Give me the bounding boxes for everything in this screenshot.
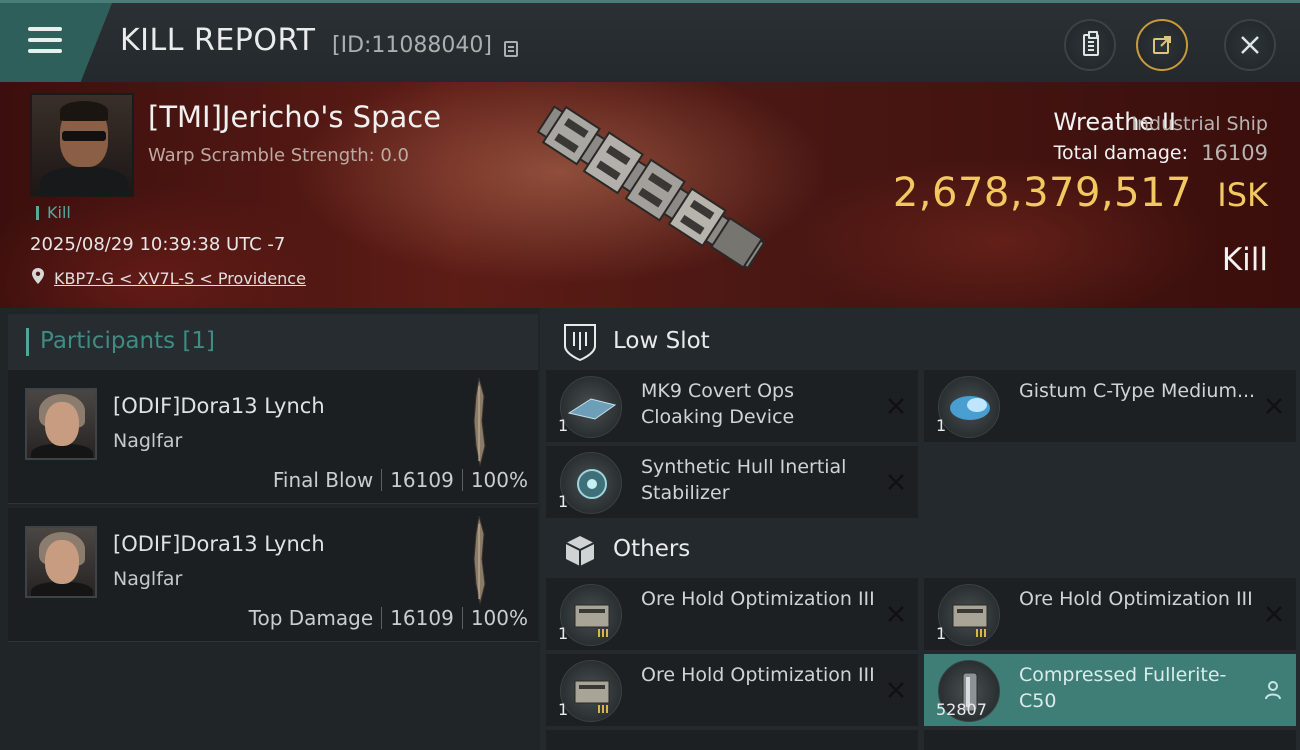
others-header: Others xyxy=(548,520,1300,580)
participant-role: Top Damage xyxy=(248,606,374,630)
remove-icon[interactable] xyxy=(1264,604,1284,624)
remove-icon[interactable] xyxy=(886,680,906,700)
ship-type: Industrial Ship xyxy=(1131,113,1268,135)
menu-button[interactable] xyxy=(0,3,112,82)
participant-damage: 16109 xyxy=(390,468,454,492)
isk-value: 2,678,379,517 xyxy=(892,170,1192,216)
remove-icon[interactable] xyxy=(886,396,906,416)
item-quantity: 1 xyxy=(558,416,569,435)
participant-ship: Naglfar xyxy=(113,568,183,590)
warp-scramble-strength: Warp Scramble Strength: 0.0 xyxy=(148,145,410,166)
participant-name: [ODIF]Dora13 Lynch xyxy=(113,532,325,556)
remove-icon[interactable] xyxy=(886,604,906,624)
page-title: KILL REPORT xyxy=(120,23,316,58)
item-quantity: 52807 xyxy=(936,700,987,719)
list-item[interactable]: 52807 Compressed Fullerite-C50 xyxy=(924,654,1296,726)
total-damage-value: 16109 xyxy=(1201,141,1268,165)
box-icon xyxy=(565,536,595,566)
item-quantity: 1 xyxy=(558,624,569,643)
participants-panel: Participants [1] [ODIF]Dora13 Lynch Nagl… xyxy=(0,308,540,750)
list-item[interactable]: 1 MK9 Covert Ops Cloaking Device xyxy=(546,370,918,442)
item-name: MK9 Covert Ops Cloaking Device xyxy=(641,380,795,428)
participant-avatar[interactable] xyxy=(25,388,97,460)
participants-title: Participants [1] xyxy=(40,328,215,354)
participant-ship: Naglfar xyxy=(113,430,183,452)
item-name: Ore Hold Optimization III xyxy=(1019,588,1253,610)
list-item[interactable]: 1 Synthetic Hull Inertial Stabilizer xyxy=(546,446,918,518)
participant-percent: 100% xyxy=(470,606,528,630)
location-link[interactable]: KBP7-G < XV7L-S < Providence xyxy=(54,269,306,288)
participant-damage: 16109 xyxy=(390,606,454,630)
participant-ship-icon xyxy=(473,377,486,467)
participants-header: Participants [1] xyxy=(8,314,538,370)
kill-summary-banner: [TMI]Jericho's Space Warp Scramble Stren… xyxy=(0,82,1300,308)
list-item[interactable]: 1 Gistum C-Type Medium... xyxy=(924,370,1296,442)
item-quantity: 1 xyxy=(558,700,569,719)
kill-tag: Kill xyxy=(36,205,71,221)
location-pin-icon xyxy=(32,268,44,284)
low-slot-icon xyxy=(564,324,596,362)
stabilizer-icon xyxy=(560,452,622,514)
participant-row[interactable]: [ODIF]Dora13 Lynch Naglfar Final Blow 161… xyxy=(8,370,538,504)
menu-icon xyxy=(28,27,62,31)
item-quantity: 1 xyxy=(558,492,569,511)
close-button[interactable] xyxy=(1224,19,1276,71)
kill-datetime: 2025/08/29 10:39:38 UTC -7 xyxy=(30,234,286,255)
item-name: Synthetic Hull Inertial Stabilizer xyxy=(641,456,847,504)
fitting-panel: Low Slot 1 MK9 Covert Ops Cloaking Devic… xyxy=(540,308,1300,750)
participant-stats: Top Damage 16109 100% xyxy=(249,606,528,630)
report-id: [ID:11088040] xyxy=(332,33,492,58)
cloak-module-icon xyxy=(560,376,622,438)
total-damage-label: Total damage: xyxy=(1053,142,1188,164)
participant-row[interactable]: [ODIF]Dora13 Lynch Naglfar Top Damage 161… xyxy=(8,508,538,642)
ore-hold-rig-icon xyxy=(560,660,622,722)
item-quantity: 1 xyxy=(936,416,947,435)
remove-icon[interactable] xyxy=(886,472,906,492)
ore-hold-rig-icon xyxy=(560,584,622,646)
item-name: Ore Hold Optimization III xyxy=(641,664,875,686)
share-icon xyxy=(1153,36,1171,54)
kill-result: Kill xyxy=(1221,242,1268,278)
victim-avatar[interactable] xyxy=(30,93,134,197)
list-item[interactable] xyxy=(924,730,1296,750)
participant-ship-icon xyxy=(473,515,486,605)
item-quantity: 1 xyxy=(936,624,947,643)
list-item[interactable]: 1 Ore Hold Optimization III xyxy=(924,578,1296,650)
ore-hold-rig-icon xyxy=(938,584,1000,646)
item-name: Gistum C-Type Medium... xyxy=(1019,380,1256,402)
menu-icon xyxy=(28,49,62,53)
user-icon[interactable] xyxy=(1264,680,1282,700)
item-name: Compressed Fullerite-C50 xyxy=(1019,664,1227,712)
list-item[interactable]: 1 Ore Hold Optimization III xyxy=(546,578,918,650)
list-item[interactable] xyxy=(546,730,918,750)
copy-id-icon[interactable] xyxy=(504,41,518,57)
remove-icon[interactable] xyxy=(1264,396,1284,416)
clipboard-icon xyxy=(1083,31,1099,56)
isk-unit: ISK xyxy=(1217,176,1268,214)
low-slot-title: Low Slot xyxy=(613,328,710,354)
close-icon xyxy=(1241,36,1259,54)
participant-role: Final Blow xyxy=(272,468,374,492)
participant-avatar[interactable] xyxy=(25,526,97,598)
victim-name[interactable]: [TMI]Jericho's Space xyxy=(148,100,441,134)
share-button[interactable] xyxy=(1136,19,1188,71)
list-item[interactable]: 1 Ore Hold Optimization III xyxy=(546,654,918,726)
top-bar: KILL REPORT [ID:11088040] xyxy=(0,0,1300,82)
participant-percent: 100% xyxy=(470,468,528,492)
shield-booster-icon xyxy=(938,376,1000,438)
item-name: Ore Hold Optimization III xyxy=(641,588,875,610)
report-log-button[interactable] xyxy=(1064,19,1116,71)
ship-image[interactable] xyxy=(515,92,785,287)
participant-stats: Final Blow 16109 100% xyxy=(273,468,528,492)
menu-icon xyxy=(28,38,62,42)
others-title: Others xyxy=(613,536,691,562)
low-slot-header: Low Slot xyxy=(548,312,1300,372)
participant-name: [ODIF]Dora13 Lynch xyxy=(113,394,325,418)
